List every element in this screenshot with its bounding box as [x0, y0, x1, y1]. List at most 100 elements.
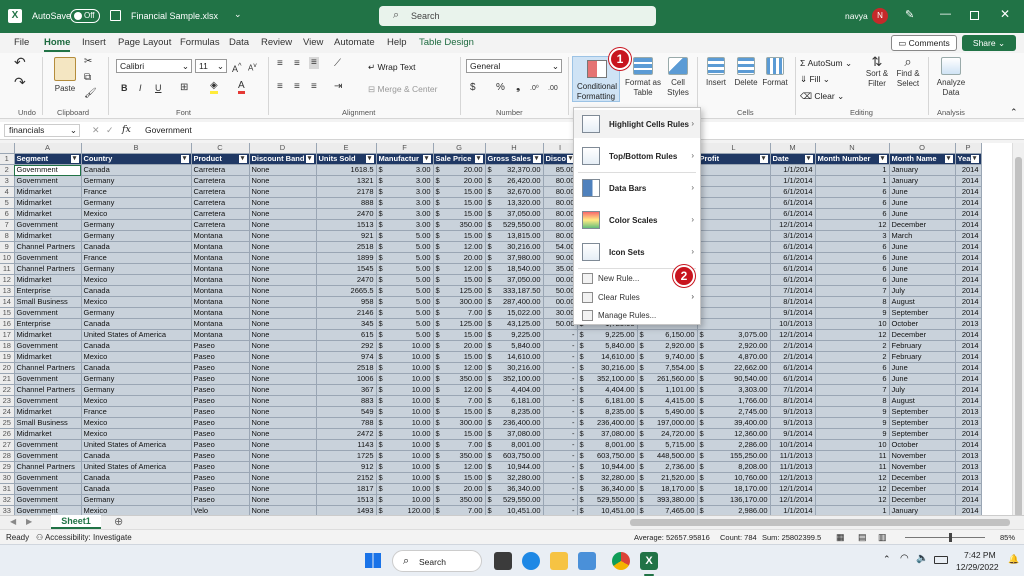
table-cell[interactable]: 6/1/2014: [770, 263, 816, 276]
table-cell[interactable]: 80.00: [543, 219, 578, 232]
taskbar-search[interactable]: ⌕ Search: [392, 550, 482, 572]
table-cell[interactable]: 6: [815, 263, 890, 276]
table-cell[interactable]: None: [249, 197, 317, 210]
table-cell[interactable]: None: [249, 329, 317, 342]
row-header[interactable]: 26: [0, 428, 15, 441]
table-cell[interactable]: 2: [815, 340, 890, 353]
table-cell[interactable]: Mexico: [81, 395, 192, 408]
table-cell[interactable]: 10/1/2013: [770, 318, 816, 331]
filter-dropdown-icon[interactable]: ▾: [422, 155, 431, 164]
table-cell[interactable]: None: [249, 241, 317, 254]
formula-input[interactable]: Government: [145, 125, 192, 135]
table-cell[interactable]: None: [249, 406, 317, 419]
table-cell[interactable]: $15.00: [433, 351, 486, 364]
table-cell[interactable]: Government: [14, 450, 82, 463]
table-cell[interactable]: $20.00: [433, 252, 486, 265]
table-cell[interactable]: $120.00: [376, 505, 434, 515]
filter-dropdown-icon[interactable]: ▾: [878, 155, 887, 164]
table-cell[interactable]: [697, 241, 771, 254]
table-cell[interactable]: 345: [316, 318, 377, 331]
clock-date[interactable]: 12/29/2022: [956, 562, 999, 572]
table-cell[interactable]: 2014: [955, 483, 982, 496]
filter-dropdown-icon[interactable]: ▾: [804, 155, 813, 164]
table-cell[interactable]: 6/1/2014: [770, 274, 816, 287]
table-cell[interactable]: [697, 318, 771, 331]
table-cell[interactable]: 9: [815, 417, 890, 430]
table-cell[interactable]: $37,080.00: [485, 428, 544, 441]
table-cell[interactable]: Canada: [81, 340, 192, 353]
table-header-cell[interactable]: ▾ Year: [955, 153, 982, 166]
table-cell[interactable]: $350.00: [433, 494, 486, 507]
column-header[interactable]: E: [316, 143, 377, 155]
table-cell[interactable]: None: [249, 164, 317, 177]
table-cell[interactable]: $5.00: [376, 252, 434, 265]
tab-page-layout[interactable]: Page Layout: [118, 37, 171, 48]
table-cell[interactable]: 3/1/2014: [770, 230, 816, 243]
table-cell[interactable]: -: [543, 329, 578, 342]
table-cell[interactable]: 1817: [316, 483, 377, 496]
cell-styles-button[interactable]: Cell Styles: [664, 57, 692, 98]
table-cell[interactable]: $5,715.00: [637, 439, 698, 452]
table-cell[interactable]: Canada: [81, 285, 192, 298]
table-cell[interactable]: 2014: [955, 274, 982, 287]
table-cell[interactable]: 90.00: [543, 252, 578, 265]
table-cell[interactable]: $9,225.00: [577, 329, 638, 342]
table-cell[interactable]: $10.00: [376, 351, 434, 364]
table-cell[interactable]: None: [249, 186, 317, 199]
menu-icon-sets[interactable]: Icon Sets ›: [574, 238, 700, 266]
table-cell[interactable]: 974: [316, 351, 377, 364]
table-cell[interactable]: Canada: [81, 318, 192, 331]
table-cell[interactable]: $7.00: [433, 307, 486, 320]
table-cell[interactable]: 1899: [316, 252, 377, 265]
table-cell[interactable]: -: [543, 505, 578, 515]
table-cell[interactable]: $10.00: [376, 483, 434, 496]
table-cell[interactable]: None: [249, 263, 317, 276]
table-cell[interactable]: Montana: [191, 329, 250, 342]
table-cell[interactable]: Montana: [191, 307, 250, 320]
table-cell[interactable]: $22,662.00: [697, 362, 771, 375]
filter-dropdown-icon[interactable]: ▾: [180, 155, 189, 164]
table-cell[interactable]: 2470: [316, 274, 377, 287]
table-cell[interactable]: 8: [815, 395, 890, 408]
table-cell[interactable]: Small Business: [14, 296, 82, 309]
table-cell[interactable]: $15.00: [433, 274, 486, 287]
notification-bell-icon[interactable]: 🔔: [1008, 554, 1019, 565]
table-cell[interactable]: $9,740.00: [637, 351, 698, 364]
table-cell[interactable]: 11/1/2013: [770, 461, 816, 474]
accessibility-status[interactable]: ⚇ Accessibility: Investigate: [36, 533, 132, 542]
table-cell[interactable]: $2,920.00: [637, 340, 698, 353]
table-cell[interactable]: 1: [815, 505, 890, 515]
table-cell[interactable]: None: [249, 252, 317, 265]
table-cell[interactable]: $3,075.00: [697, 329, 771, 342]
table-cell[interactable]: June: [889, 208, 956, 221]
table-cell[interactable]: Mexico: [81, 296, 192, 309]
row-header[interactable]: 3: [0, 175, 15, 188]
indent-icon[interactable]: ⇥: [334, 82, 342, 92]
table-cell[interactable]: 2013: [955, 472, 982, 485]
table-cell[interactable]: 292: [316, 340, 377, 353]
store-icon[interactable]: [578, 552, 596, 570]
cancel-formula-icon[interactable]: ✕: [92, 125, 100, 136]
align-top-icon[interactable]: ≡: [277, 59, 283, 69]
table-cell[interactable]: 2014: [955, 395, 982, 408]
table-cell[interactable]: None: [249, 417, 317, 430]
comma-icon[interactable]: ❟: [516, 82, 520, 93]
table-cell[interactable]: 2013: [955, 406, 982, 419]
table-cell[interactable]: 85.00: [543, 164, 578, 177]
table-cell[interactable]: October: [889, 318, 956, 331]
table-cell[interactable]: June: [889, 263, 956, 276]
tab-home[interactable]: Home: [44, 37, 71, 52]
table-cell[interactable]: $603,750.00: [485, 450, 544, 463]
table-cell[interactable]: $90,540.00: [697, 373, 771, 386]
table-cell[interactable]: 2014: [955, 208, 982, 221]
table-cell[interactable]: 2014: [955, 340, 982, 353]
table-cell[interactable]: -: [543, 373, 578, 386]
row-header[interactable]: 9: [0, 241, 15, 254]
table-cell[interactable]: 2/1/2014: [770, 351, 816, 364]
table-header-cell[interactable]: ▾ Date: [770, 153, 816, 166]
table-cell[interactable]: None: [249, 296, 317, 309]
table-cell[interactable]: 35.00: [543, 263, 578, 276]
table-cell[interactable]: 2014: [955, 428, 982, 441]
table-cell[interactable]: Germany: [81, 175, 192, 188]
table-cell[interactable]: [697, 164, 771, 177]
